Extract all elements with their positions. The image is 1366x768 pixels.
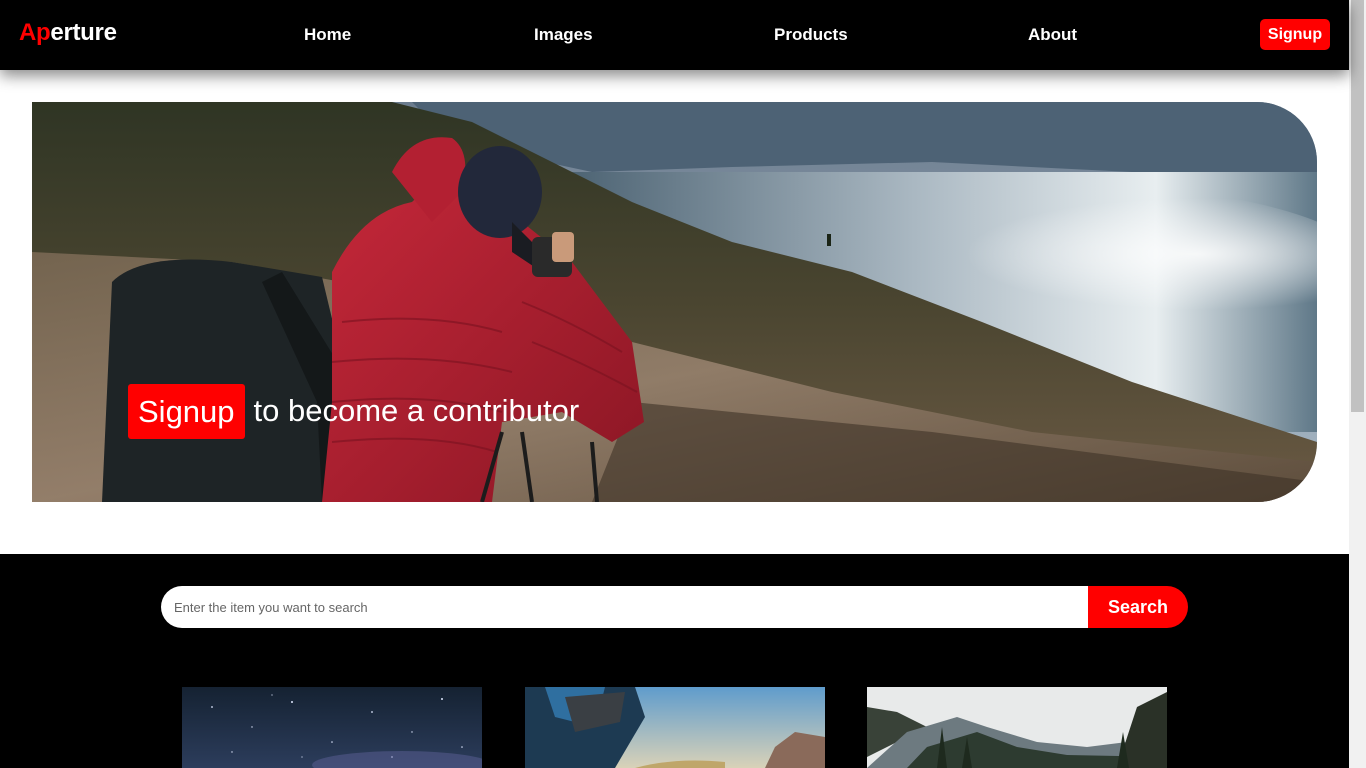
hero-image: [32, 102, 1317, 502]
hero-banner: Signup to become a contributor: [32, 102, 1317, 502]
nav-signup-button[interactable]: Signup: [1260, 19, 1330, 50]
brand-logo-rest: erture: [50, 19, 117, 46]
nav-link-home[interactable]: Home: [304, 25, 351, 45]
search-input[interactable]: [161, 586, 1088, 628]
search-gallery-section: Search: [0, 554, 1349, 768]
hero-tagline: to become a contributor: [253, 392, 580, 428]
hiker-image: [525, 687, 825, 768]
page-scrollbar[interactable]: [1349, 0, 1366, 768]
brand-logo[interactable]: Aperture: [19, 19, 117, 47]
mountain-valley-image: [867, 687, 1167, 768]
top-navbar: Aperture Home Images Products About Sign…: [0, 0, 1349, 70]
scrollbar-thumb[interactable]: [1351, 0, 1364, 412]
search-bar: Search: [161, 586, 1188, 628]
brand-logo-accent: Ap: [19, 19, 51, 46]
nav-link-images[interactable]: Images: [534, 25, 593, 45]
search-button[interactable]: Search: [1088, 586, 1188, 628]
hero-signup-button[interactable]: Signup: [128, 384, 245, 439]
starry-sky-image: [182, 687, 482, 768]
gallery-item-starry-sky[interactable]: [182, 687, 482, 768]
nav-link-products[interactable]: Products: [774, 25, 848, 45]
hero-call-to-action: Signup to become a contributor: [128, 384, 579, 439]
nav-link-about[interactable]: About: [1028, 25, 1077, 45]
gallery-item-hiker[interactable]: [525, 687, 825, 768]
gallery-item-mountain-valley[interactable]: [867, 687, 1167, 768]
